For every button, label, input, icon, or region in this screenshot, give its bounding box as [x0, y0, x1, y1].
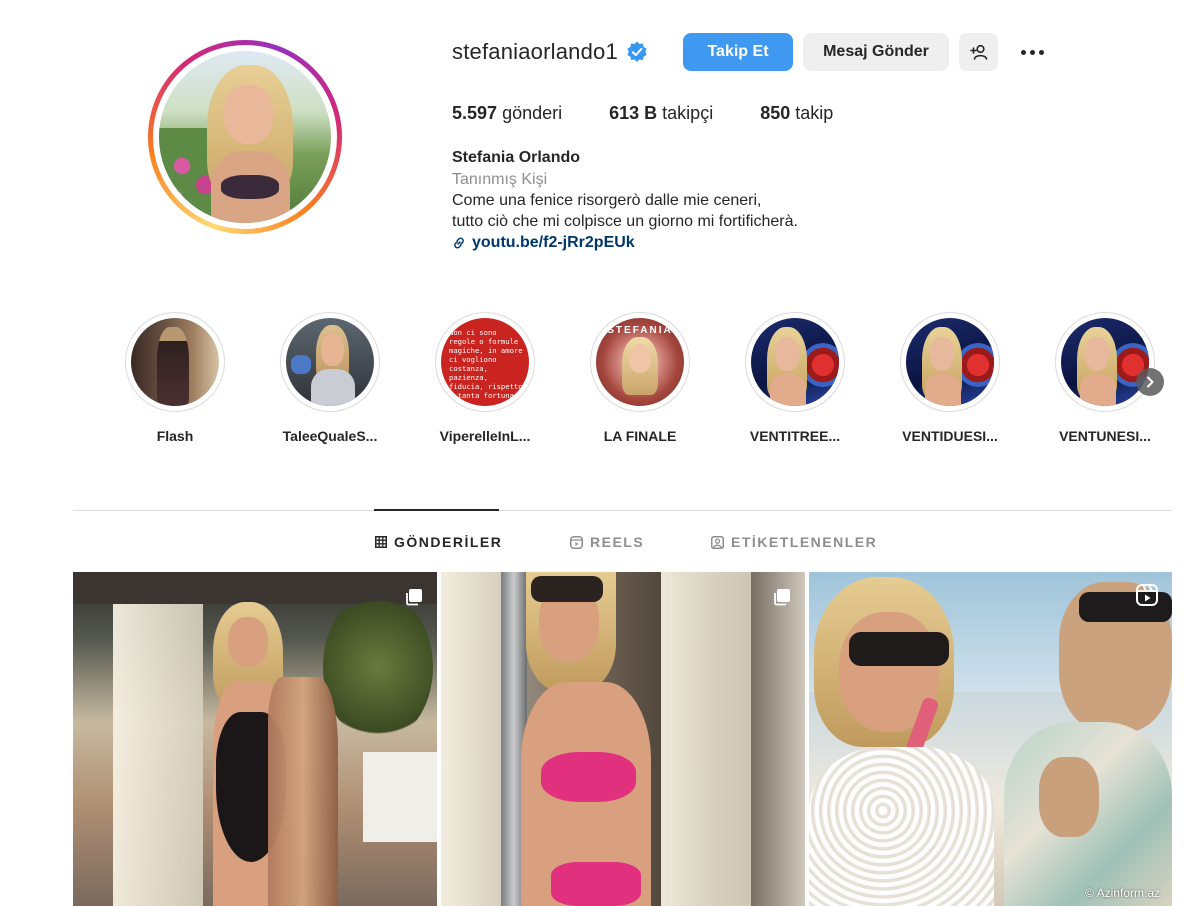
highlight-cover: [131, 318, 219, 406]
suggested-accounts-button[interactable]: [959, 33, 998, 71]
followers-count-label: takipçi: [662, 103, 714, 123]
chevron-right-icon: [1147, 376, 1154, 388]
posts-count-label: gönderi: [502, 103, 563, 123]
profile-stats: 5.597 gönderi 613 B takipçi 850 takip: [452, 103, 880, 124]
multiple-posts-icon: [406, 589, 422, 606]
link-icon: [454, 237, 464, 249]
tab-tagged[interactable]: ETİKETLENENLER: [711, 532, 877, 552]
highlight-viperelle[interactable]: Non ci sono regole o formule magiche, in…: [435, 312, 535, 444]
profile-avatar: [159, 51, 331, 223]
profile-full-name: Stefania Orlando: [452, 149, 581, 166]
highlight-taleequale[interactable]: TaleeQualeS...: [280, 312, 380, 444]
profile-avatar-ring[interactable]: [148, 40, 342, 234]
post-bikini-bottom: [551, 862, 641, 906]
post-thumbnail[interactable]: [73, 572, 437, 906]
highlight-ring: [1055, 312, 1155, 412]
bio-link-text: youtu.be/f2-jRr2pEUk: [472, 234, 635, 251]
post-sunglasses: [849, 632, 949, 666]
post-furniture: [363, 752, 437, 842]
highlight-ventidue[interactable]: VENTIDUESI...: [900, 312, 1000, 444]
highlight-ring: [745, 312, 845, 412]
tagged-icon: [711, 535, 724, 549]
follow-button[interactable]: Takip Et: [683, 33, 793, 71]
highlight-ring: STEFANIA: [590, 312, 690, 412]
following-count-value: 850: [760, 103, 791, 123]
tab-tagged-label: ETİKETLENENLER: [731, 534, 878, 550]
username: stefaniaorlando1: [452, 39, 618, 64]
post-second-sunglasses: [1079, 592, 1172, 622]
post-thumbnail[interactable]: [441, 572, 805, 906]
highlight-label: TaleeQualeS...: [282, 428, 378, 444]
following-count[interactable]: 850 takip: [760, 103, 833, 124]
post-shawl: [268, 677, 338, 906]
reels-icon: [570, 535, 583, 549]
highlight-cover-text: Non ci sono regole o formule magiche, in…: [441, 318, 529, 406]
highlight-cover: [286, 318, 374, 406]
highlight-ventitre[interactable]: VENTITREE...: [745, 312, 845, 444]
highlight-ring: [280, 312, 380, 412]
post-lace-top: [809, 747, 994, 906]
profile-category: Tanınmış Kişi: [452, 171, 548, 188]
post-plant: [323, 592, 433, 742]
highlights-next-button[interactable]: [1136, 368, 1164, 396]
highlight-label: Flash: [156, 428, 194, 444]
followers-count[interactable]: 613 B takipçi: [609, 103, 713, 124]
post-curtain: [113, 572, 203, 906]
tab-posts-label: GÖNDERİLER: [394, 534, 503, 550]
avatar-bikini: [220, 174, 280, 199]
bio-line-1: Come una fenice risorgerò dalle mie cene…: [452, 192, 762, 209]
tab-posts[interactable]: GÖNDERİLER: [375, 532, 502, 552]
watermark: © Azinform.az: [1085, 886, 1160, 900]
highlight-ring: [900, 312, 1000, 412]
post-second-person-hand: [1039, 757, 1099, 837]
followers-count-value: 613 B: [609, 103, 658, 123]
active-tab-indicator: [374, 509, 499, 511]
highlight-label: VENTUNESI...: [1059, 428, 1151, 444]
highlight-cover: [906, 318, 994, 406]
avatar-face: [224, 85, 273, 144]
highlight-label: LA FINALE: [603, 428, 677, 444]
verified-badge-icon: [627, 41, 647, 63]
highlight-ring: Non ci sono regole o formule magiche, in…: [435, 312, 535, 412]
post-thumbnail[interactable]: © Azinform.az: [809, 572, 1172, 906]
more-options-icon[interactable]: [1014, 40, 1050, 64]
bio-link[interactable]: youtu.be/f2-jRr2pEUk: [452, 234, 635, 252]
add-user-icon: [969, 44, 987, 60]
profile-avatar-frame: [153, 45, 337, 229]
tab-reels[interactable]: REELS: [570, 532, 644, 552]
highlight-cover: [1061, 318, 1149, 406]
highlight-cover-title: STEFANIA: [607, 325, 673, 336]
send-message-button[interactable]: Mesaj Gönder: [803, 33, 949, 71]
post-bikini-top: [541, 752, 636, 802]
tabs-divider: [73, 510, 1172, 511]
post-person-face: [228, 617, 268, 667]
username-row: stefaniaorlando1: [452, 32, 648, 72]
highlight-label: VENTITREE...: [749, 428, 841, 444]
highlight-label: VENTIDUESI...: [902, 428, 998, 444]
grid-icon: [375, 536, 387, 548]
posts-count[interactable]: 5.597 gönderi: [452, 103, 562, 124]
post-sunglasses: [531, 576, 603, 602]
post-curtain: [661, 572, 751, 906]
highlight-cover: STEFANIA: [596, 318, 684, 406]
following-count-label: takip: [795, 103, 834, 123]
highlight-flash[interactable]: Flash: [125, 312, 225, 444]
multiple-posts-icon: [774, 589, 790, 606]
highlight-la-finale[interactable]: STEFANIA LA FINALE: [590, 312, 690, 444]
tab-reels-label: REELS: [590, 534, 645, 550]
highlight-label: ViperelleInL...: [439, 428, 531, 444]
bio-line-2: tutto ciò che mi colpisce un giorno mi f…: [452, 213, 798, 230]
highlight-cover: [751, 318, 839, 406]
reel-icon: [1136, 584, 1158, 606]
highlight-ring: [125, 312, 225, 412]
posts-count-value: 5.597: [452, 103, 498, 123]
